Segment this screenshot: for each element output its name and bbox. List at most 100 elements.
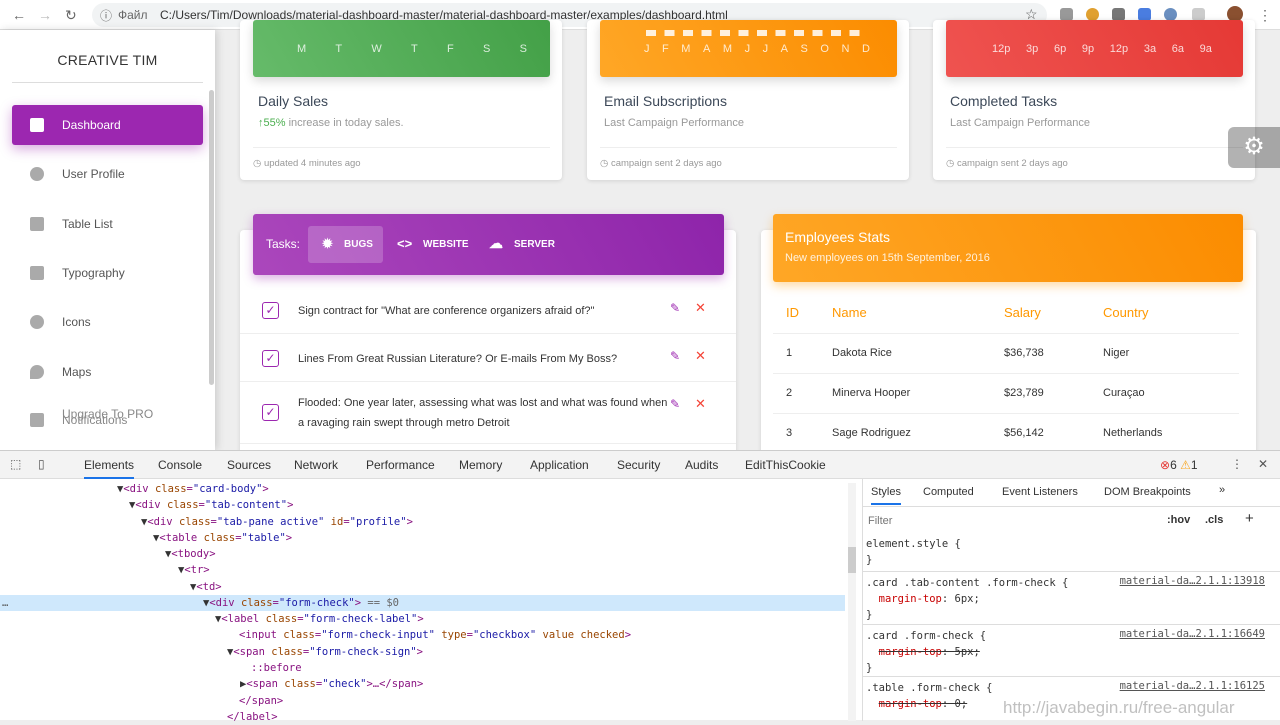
edit-icon[interactable]: ✎: [670, 349, 680, 363]
rule-property: margin-top: [878, 646, 942, 658]
dom-node[interactable]: ▼<div class="card-body">: [0, 481, 845, 497]
chart-tick: T: [335, 43, 343, 55]
styles-pane: Styles Computed Event Listeners DOM Brea…: [862, 479, 1280, 721]
daily-sales-chart: MTWTFSS: [253, 20, 550, 77]
tab-computed[interactable]: Computed: [923, 486, 974, 498]
rule-property: margin-top: [878, 698, 942, 710]
tab-application[interactable]: Application: [530, 458, 589, 472]
tab-network[interactable]: Network: [294, 458, 338, 472]
clipboard-icon: [30, 217, 44, 231]
device-toggle-icon[interactable]: ▯: [38, 457, 45, 471]
chart-tick: W: [371, 43, 382, 55]
reload-icon[interactable]: ↻: [65, 7, 77, 24]
close-icon[interactable]: ✕: [695, 300, 706, 316]
tasks-card: Tasks: ✹ BUGS <> WEBSITE ☁ SERVER ✓ Sign con…: [240, 214, 736, 460]
task-checkbox[interactable]: ✓: [262, 404, 279, 421]
column-header: Name: [819, 293, 991, 334]
dom-node-selected[interactable]: … ▼<div class="form-check"> == $0: [0, 595, 845, 611]
dom-tree: ▼<div class="card-body"> ▼<div class="ta…: [0, 480, 845, 723]
sidebar-item-user-profile[interactable]: User Profile: [12, 154, 203, 194]
inspect-icon[interactable]: ⬚: [10, 457, 21, 471]
chart-tick: F: [447, 43, 454, 55]
sidebar-scrollbar[interactable]: [209, 90, 214, 385]
sidebar-item-maps[interactable]: Maps: [12, 352, 203, 392]
menu-icon[interactable]: ⋮: [1258, 7, 1272, 24]
bubble-chart-icon: [30, 315, 44, 329]
dom-node[interactable]: ▼<label class="form-check-label">: [0, 611, 845, 627]
sidebar-item-notifications[interactable]: Notifications Upgrade To PRO: [12, 400, 203, 440]
sidebar-item-icons[interactable]: Icons: [12, 302, 203, 342]
close-icon[interactable]: ✕: [695, 348, 706, 364]
card-title: Email Subscriptions: [604, 93, 727, 109]
rule-source-link[interactable]: material-da…2.1.1:13918: [1120, 575, 1265, 587]
dom-node[interactable]: </span>: [0, 693, 845, 709]
card-footer: campaign sent 2 days ago: [610, 158, 722, 169]
rule-source-link[interactable]: material-da…2.1.1:16125: [1120, 680, 1265, 692]
forward-icon[interactable]: →: [38, 7, 52, 23]
more-tabs-icon[interactable]: »: [1219, 484, 1225, 496]
sidebar-item-typography[interactable]: Typography: [12, 253, 203, 293]
dom-node[interactable]: ::before: [0, 660, 845, 676]
tab-memory[interactable]: Memory: [459, 458, 502, 472]
settings-gear-button[interactable]: ⚙: [1228, 127, 1280, 168]
hov-toggle[interactable]: :hov: [1167, 514, 1190, 526]
sidebar-item-label: Dashboard: [62, 118, 121, 132]
tab-server[interactable]: ☁ SERVER: [485, 226, 565, 263]
close-icon[interactable]: ✕: [695, 396, 706, 412]
cell: Sage Rodriguez: [819, 413, 991, 454]
sidebar-item-table-list[interactable]: Table List: [12, 204, 203, 244]
scroll-thumb[interactable]: [848, 547, 856, 573]
edit-icon[interactable]: ✎: [670, 397, 680, 411]
task-checkbox[interactable]: ✓: [262, 302, 279, 319]
brand-logo[interactable]: CREATIVE TIM: [0, 52, 215, 68]
style-rule[interactable]: .card .tab-content .form-check { margin-…: [866, 575, 1068, 623]
close-devtools-icon[interactable]: ✕: [1258, 457, 1268, 471]
styles-filter-input[interactable]: [865, 511, 1155, 531]
tab-elements[interactable]: Elements: [84, 458, 135, 479]
error-count[interactable]: ⊗6 ⚠1: [1160, 458, 1198, 472]
tab-styles[interactable]: Styles: [871, 486, 901, 505]
chart-tick: 12p: [992, 43, 1011, 55]
notifications-icon: [30, 413, 44, 427]
tab-audits[interactable]: Audits: [685, 458, 718, 472]
cell: Netherlands: [1090, 413, 1239, 454]
more-icon[interactable]: ⋮: [1231, 457, 1243, 471]
dom-node[interactable]: ▼<tbody>: [0, 546, 845, 562]
style-rule[interactable]: .table .form-check { margin-top: 0;: [866, 680, 992, 712]
style-rule[interactable]: .card .form-check { margin-top: 5px;}: [866, 628, 986, 676]
tab-event-listeners[interactable]: Event Listeners: [1002, 486, 1078, 498]
add-rule-icon[interactable]: +: [1245, 510, 1254, 527]
chart-tick: S: [519, 43, 527, 55]
task-checkbox[interactable]: ✓: [262, 350, 279, 367]
back-icon[interactable]: ←: [12, 7, 26, 23]
dom-node[interactable]: ▼<table class="table">: [0, 530, 845, 546]
edit-icon[interactable]: ✎: [670, 301, 680, 315]
dom-node[interactable]: ▶<span class="check">…</span>: [0, 676, 845, 692]
tab-bugs[interactable]: ✹ BUGS: [308, 226, 383, 263]
tab-console[interactable]: Console: [158, 458, 202, 472]
dom-node[interactable]: </label>: [0, 709, 845, 725]
sidebar-item-dashboard[interactable]: Dashboard: [12, 105, 203, 145]
rule-source-link[interactable]: material-da…2.1.1:16649: [1120, 628, 1265, 640]
dom-node[interactable]: ▼<span class="form-check-sign">: [0, 644, 845, 660]
dom-node[interactable]: ▼<div class="tab-pane active" id="profil…: [0, 514, 845, 530]
tab-dom-breakpoints[interactable]: DOM Breakpoints: [1104, 486, 1191, 498]
dom-node[interactable]: <input class="form-check-input" type="ch…: [0, 627, 845, 643]
chart-tick: 9a: [1199, 43, 1212, 55]
tab-editthiscookie[interactable]: EditThisCookie: [745, 458, 826, 472]
gear-icon: ⚙: [1243, 133, 1265, 160]
style-rule[interactable]: element.style {}: [866, 536, 961, 568]
dom-scrollbar[interactable]: [848, 483, 856, 721]
tab-performance[interactable]: Performance: [366, 458, 435, 472]
dom-node[interactable]: ▼<tr>: [0, 562, 845, 578]
chart-tick: O: [820, 43, 829, 55]
info-icon[interactable]: ⓘ: [100, 7, 112, 24]
upgrade-to-pro-link[interactable]: Upgrade To PRO: [62, 407, 153, 421]
cls-toggle[interactable]: .cls: [1205, 514, 1223, 526]
tab-security[interactable]: Security: [617, 458, 660, 472]
dom-node[interactable]: ▼<div class="tab-content">: [0, 497, 845, 513]
tab-website[interactable]: <> WEBSITE: [393, 226, 473, 263]
tab-sources[interactable]: Sources: [227, 458, 271, 472]
card-subtitle: New employees on 15th September, 2016: [785, 252, 990, 264]
dom-node[interactable]: ▼<td>: [0, 579, 845, 595]
